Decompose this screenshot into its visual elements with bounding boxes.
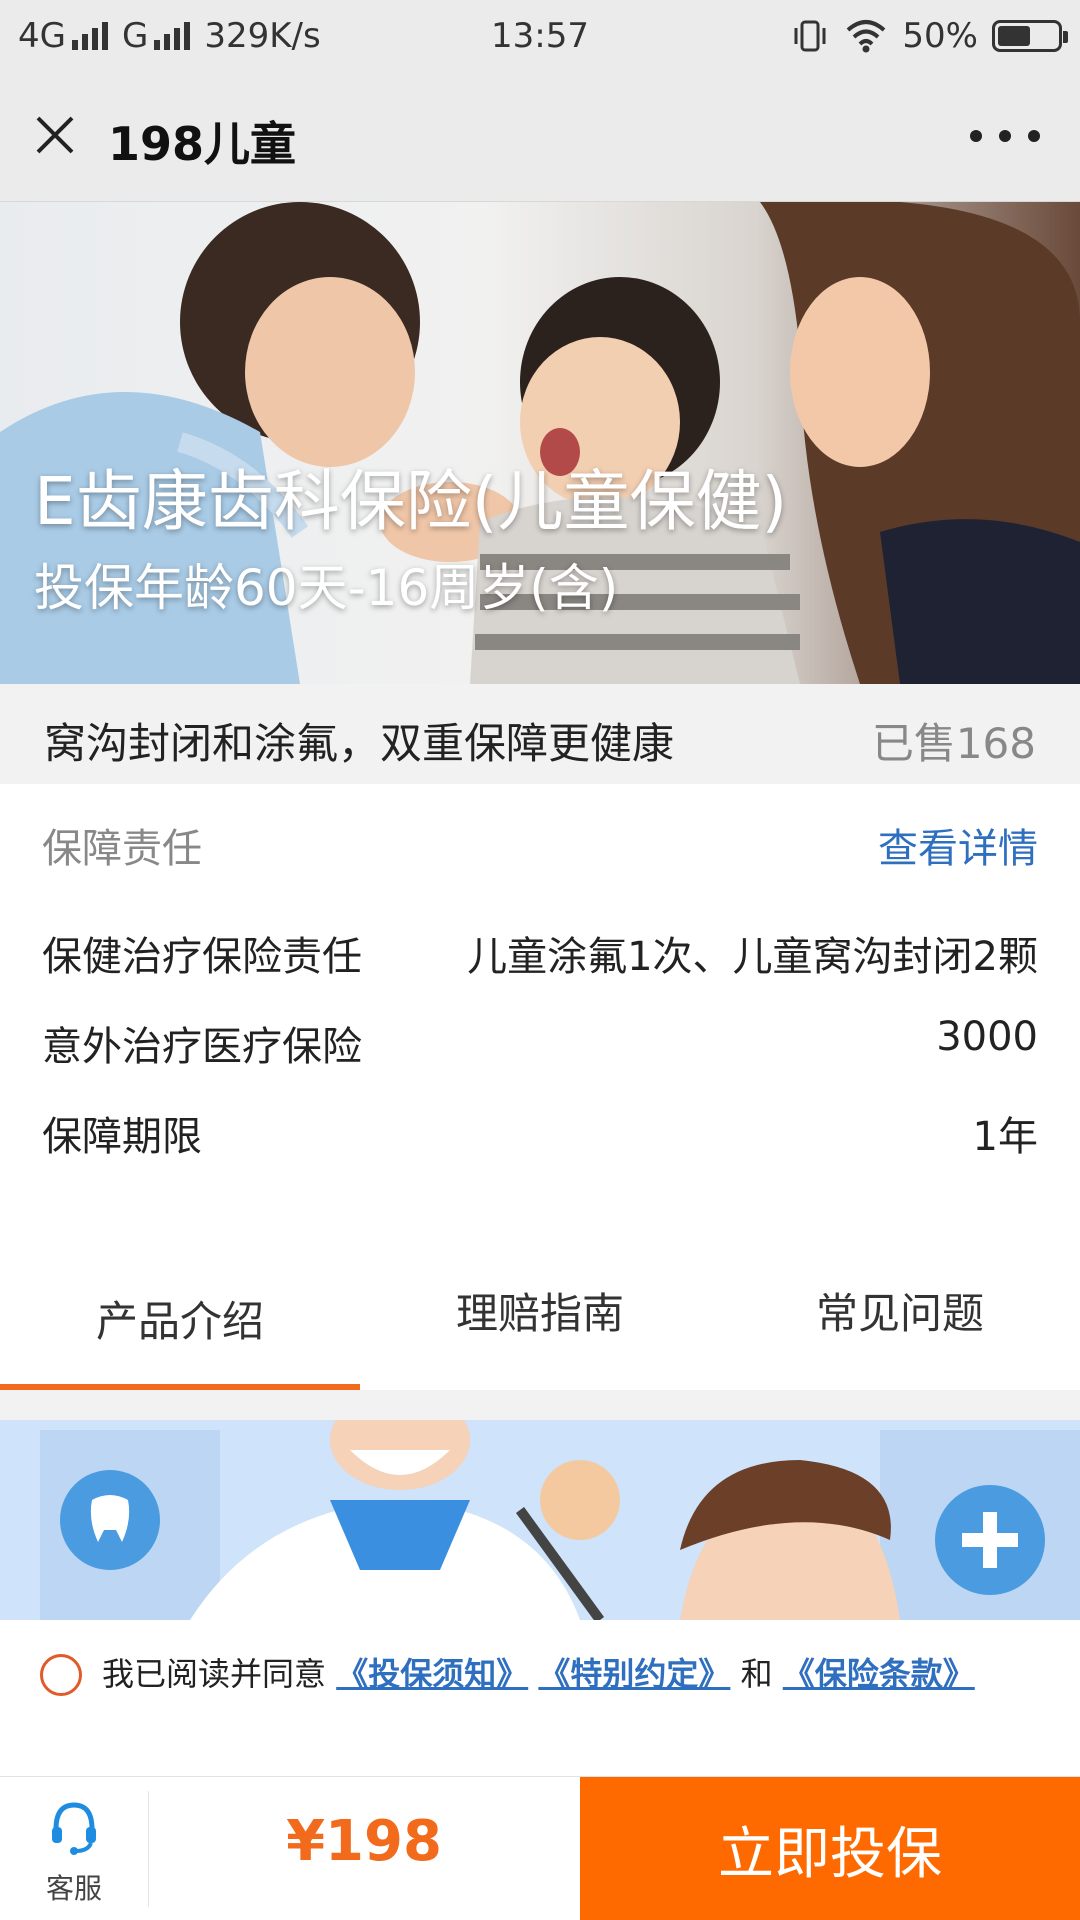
tab-claims-guide[interactable]: 理赔指南	[360, 1280, 720, 1341]
battery-percent: 50%	[902, 16, 978, 56]
tooth-icon	[60, 1470, 160, 1570]
sold-count: 已售168	[871, 719, 1036, 768]
agreement-prefix: 我已阅读并同意	[102, 1655, 327, 1693]
tab-faq[interactable]: 常见问题	[720, 1280, 1080, 1341]
coverage-value: 儿童涂氟1次、儿童窝沟封闭2颗	[467, 934, 1038, 980]
coverage-row: 保障期限 1年	[42, 1104, 1038, 1164]
coverage-section: 保障责任 查看详情 保健治疗保险责任 儿童涂氟1次、儿童窝沟封闭2颗 意外治疗医…	[0, 784, 1080, 1204]
customer-service-label: 客服	[45, 1872, 102, 1905]
view-details-link[interactable]: 查看详情	[878, 816, 1038, 874]
battery-level	[998, 26, 1030, 46]
product-title: E齿康齿科保险(儿童保健)	[34, 463, 788, 540]
coverage-row: 意外治疗医疗保险 3000	[42, 1014, 1038, 1074]
coverage-label: 保障期限	[42, 1114, 202, 1160]
price: ¥198	[286, 1809, 442, 1874]
notice-link[interactable]: 《投保须知》	[336, 1655, 528, 1693]
buy-now-button[interactable]: 立即投保	[580, 1777, 1080, 1920]
wifi-icon	[847, 20, 886, 53]
vibrate-icon	[794, 20, 826, 52]
slogan-row: 窝沟封闭和涂氟，双重保障更健康 已售168	[0, 684, 1080, 784]
agreement-text: 我已阅读并同意 《投保须知》 《特别约定》 和 《保险条款》	[40, 1648, 1040, 1700]
tab-product-intro[interactable]: 产品介绍	[0, 1288, 360, 1349]
battery-icon	[992, 20, 1068, 52]
coverage-row: 保健治疗保险责任 儿童涂氟1次、儿童窝沟封闭2颗	[42, 924, 1038, 984]
status-right: 50%	[790, 16, 1068, 56]
bottom-bar: 客服 ¥198 立即投保	[0, 1776, 1080, 1920]
status-bar: 4G G 329K/s 13:57 50%	[0, 0, 1080, 76]
section-divider	[0, 1390, 1080, 1420]
headset-icon	[52, 1802, 96, 1855]
page-title: 198儿童	[108, 117, 297, 171]
agreement-section: 我已阅读并同意 《投保须知》 《特别约定》 和 《保险条款》	[0, 1620, 1080, 1776]
agreement-conj: 和	[740, 1655, 773, 1693]
title-bar: 198儿童	[0, 76, 1080, 202]
tab-bar: 产品介绍 理赔指南 常见问题	[0, 1244, 1080, 1390]
more-icon[interactable]	[970, 118, 1040, 154]
coverage-heading: 保障责任	[42, 826, 202, 872]
hero-banner: E齿康齿科保险(儿童保健) 投保年龄60天-16周岁(含)	[0, 202, 1080, 684]
special-terms-link[interactable]: 《特别约定》	[538, 1655, 730, 1693]
age-range: 投保年龄60天-16周岁(含)	[34, 559, 619, 617]
dentist-illustration	[0, 1420, 1080, 1620]
close-icon[interactable]	[30, 110, 80, 160]
customer-service-button[interactable]: 客服	[0, 1777, 148, 1920]
coverage-label: 保健治疗保险责任	[42, 934, 362, 980]
coverage-label: 意外治疗医疗保险	[42, 1024, 362, 1070]
coverage-value: 3000	[936, 1014, 1038, 1060]
intro-illustration	[0, 1420, 1080, 1620]
coverage-value: 1年	[972, 1114, 1038, 1160]
slogan-text: 窝沟封闭和涂氟，双重保障更健康	[44, 719, 675, 768]
plus-icon	[935, 1485, 1045, 1595]
policy-terms-link[interactable]: 《保险条款》	[783, 1655, 975, 1693]
